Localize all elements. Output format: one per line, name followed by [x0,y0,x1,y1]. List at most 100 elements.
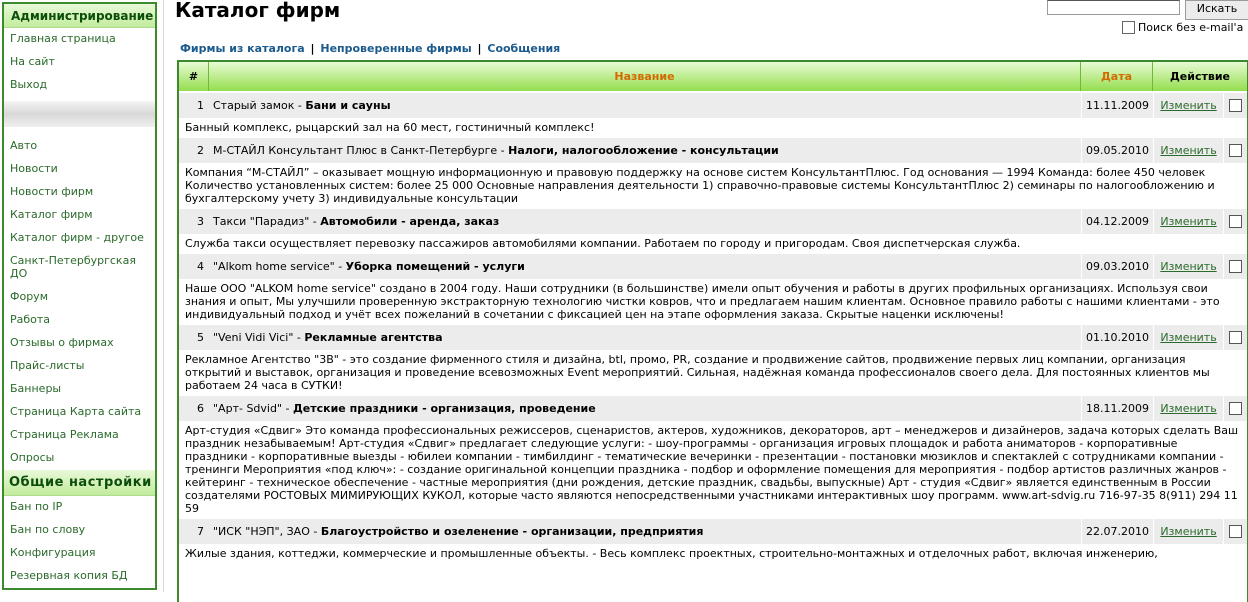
edit-link[interactable]: Изменить [1160,331,1216,344]
sidebar-item[interactable]: Бан по слову [4,519,155,542]
row-checkbox[interactable] [1229,402,1242,415]
firm-name: Такси "Парадиз" - [213,215,321,228]
row-date: 09.05.2010 [1081,138,1153,163]
no-email-checkbox[interactable] [1122,21,1135,34]
row-checkbox[interactable] [1229,144,1242,157]
row-firm-name: Старый замок - Бани и сауны [209,93,1081,118]
sidebar-item[interactable]: Форум [4,286,155,309]
sidebar-item[interactable]: На сайт [4,51,155,74]
row-number: 2 [197,144,204,157]
row-date: 11.11.2009 [1081,93,1153,118]
row-edit-cell: Изменить [1153,93,1223,118]
column-header-action: Действие [1153,62,1247,91]
sidebar-item[interactable]: Каталог фирм - другое [4,227,155,250]
row-firm-name: "Alkom home service" - Уборка помещений … [209,254,1081,279]
row-edit-cell: Изменить [1153,396,1223,421]
firm-category: Уборка помещений - услуги [345,260,525,273]
firm-category: Благоустройство и озеленение - организац… [320,525,704,538]
edit-link[interactable]: Изменить [1160,144,1216,157]
row-number: 3 [197,215,204,228]
search-button[interactable]: Искать [1185,0,1248,20]
sidebar-divider [4,101,155,127]
sidebar-item[interactable]: Отзывы о фирмах [4,332,155,355]
sidebar-item[interactable]: Новости фирм [4,181,155,204]
row-select-cell [1223,138,1247,163]
sidebar-item[interactable]: Каталог фирм [4,204,155,227]
table-row: 4 "Alkom home service" - Уборка помещений… [179,254,1247,279]
column-header-name[interactable]: Название [209,62,1081,91]
row-date: 22.07.2010 [1081,519,1153,544]
edit-link[interactable]: Изменить [1160,99,1216,112]
edit-link[interactable]: Изменить [1160,525,1216,538]
firm-name: "Veni Vidi Vici" - [213,331,305,344]
table-row: 6 "Арт- Sdvid" - Детские праздники - орга… [179,396,1247,421]
tab-unverified-firms[interactable]: Непроверенные фирмы [320,42,471,55]
table-row: 3 Такси "Парадиз" - Автомобили - аренда, … [179,209,1247,234]
row-edit-cell: Изменить [1153,519,1223,544]
row-firm-name: "ИСК "НЭП", ЗАО - Благоустройство и озел… [209,519,1081,544]
sidebar-item[interactable]: Новости [4,158,155,181]
sidebar-item[interactable]: Выход [4,74,155,97]
column-header-date[interactable]: Дата [1081,62,1153,91]
column-header-num: # [179,62,209,91]
table-row: 7 "ИСК "НЭП", ЗАО - Благоустройство и озе… [179,519,1247,544]
sidebar-item[interactable]: Страница Карта сайта [4,401,155,424]
row-description: Банный комплекс, рыцарский зал на 60 мес… [179,118,1247,136]
sidebar-item[interactable]: Страница Реклама [4,424,155,447]
row-description: Рекламное Агентство "3В" - это создание … [179,350,1247,394]
tab-catalog-firms[interactable]: Фирмы из каталога [180,42,305,55]
firm-category: Детские праздники - организация, проведе… [292,402,596,415]
firm-name: М-СТАЙЛ Консультант Плюс в Санкт-Петербу… [213,144,509,157]
row-date: 04.12.2009 [1081,209,1153,234]
sidebar-item[interactable]: Резервная копия БД [4,565,155,588]
row-checkbox[interactable] [1229,331,1242,344]
row-number: 4 [197,260,204,273]
sidebar-item[interactable]: Баннеры [4,378,155,401]
row-number: 5 [197,331,204,344]
row-description: Компания “М-СТАЙЛ” – оказывает мощную ин… [179,163,1247,207]
row-select-cell [1223,93,1247,118]
edit-link[interactable]: Изменить [1160,215,1216,228]
row-select-cell [1223,254,1247,279]
sidebar-item[interactable]: Восстановить БД [4,588,155,590]
tab-separator: | [473,42,486,55]
row-number: 6 [197,402,204,415]
row-description: Жилые здания, коттеджи, коммерческие и п… [179,544,1247,562]
row-checkbox[interactable] [1229,260,1242,273]
row-firm-name: М-СТАЙЛ Консультант Плюс в Санкт-Петербу… [209,138,1081,163]
firm-name: Старый замок - [213,99,306,112]
sidebar-item[interactable]: Прайс-листы [4,355,155,378]
sidebar-item[interactable]: Работа [4,309,155,332]
search-input[interactable] [1047,0,1180,15]
admin-sidebar: Администрирование Главная страница На сай… [2,2,157,590]
sidebar-item[interactable]: Опросы [4,447,155,470]
row-firm-name: Такси "Парадиз" - Автомобили - аренда, з… [209,209,1081,234]
row-select-cell [1223,519,1247,544]
row-date: 09.03.2010 [1081,254,1153,279]
row-description: Служба такси осуществляет перевозку пасс… [179,234,1247,252]
row-checkbox[interactable] [1229,215,1242,228]
row-select-cell [1223,325,1247,350]
firm-category: Налоги, налогообложение - консультации [508,144,779,157]
row-checkbox[interactable] [1229,525,1242,538]
row-number: 7 [197,525,204,538]
tab-messages[interactable]: Сообщения [487,42,560,55]
row-edit-cell: Изменить [1153,254,1223,279]
sidebar-item[interactable]: Главная страница [4,28,155,51]
sidebar-item[interactable]: Авто [4,135,155,158]
sidebar-item[interactable]: Конфигурация [4,542,155,565]
sidebar-item[interactable]: Бан по IP [4,496,155,519]
edit-link[interactable]: Изменить [1160,402,1216,415]
firm-name: "Alkom home service" - [213,260,346,273]
row-date: 18.11.2009 [1081,396,1153,421]
row-select-cell [1223,396,1247,421]
sidebar-separator [163,0,164,592]
sidebar-item[interactable]: Санкт-Петербургская ДО [4,250,155,286]
row-edit-cell: Изменить [1153,138,1223,163]
row-select-cell [1223,209,1247,234]
firm-category: Бани и сауны [305,99,391,112]
row-checkbox[interactable] [1229,99,1242,112]
edit-link[interactable]: Изменить [1160,260,1216,273]
sidebar-title-settings: Общие настройки [4,470,155,496]
sidebar-title-admin: Администрирование [4,4,155,28]
